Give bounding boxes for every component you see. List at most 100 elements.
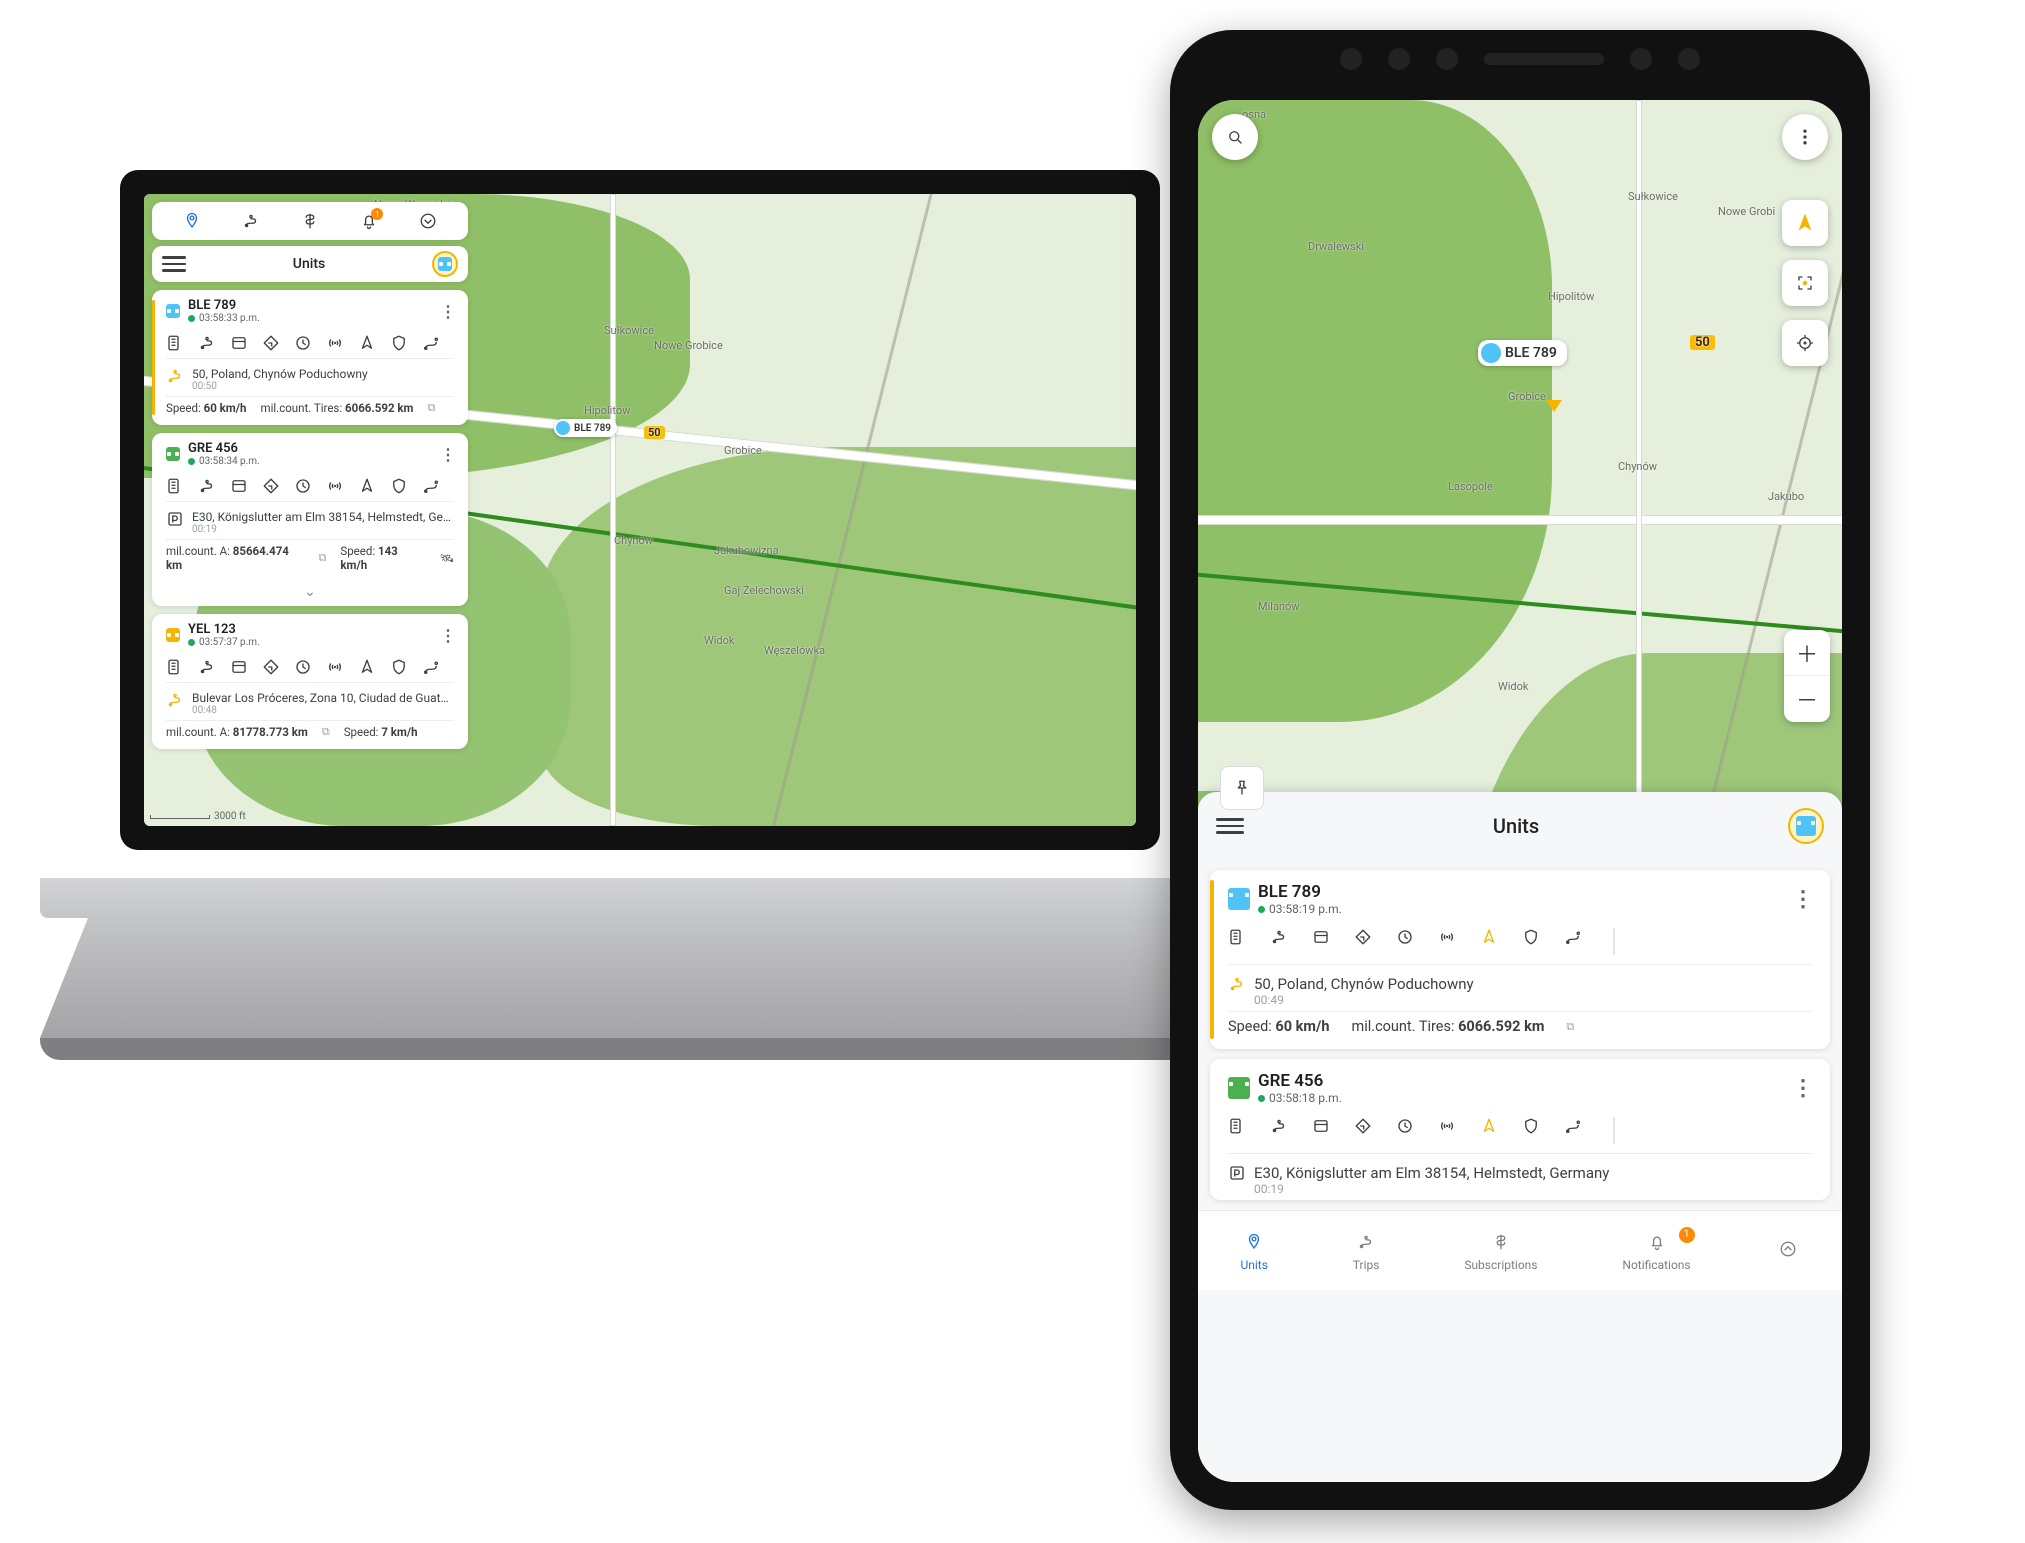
map-label: Grobice (724, 444, 762, 457)
nav-tab-more[interactable] (1776, 1237, 1800, 1265)
shield-icon[interactable] (390, 658, 408, 676)
nav-tab-subscriptions[interactable]: Subscriptions (1464, 1230, 1537, 1272)
shield-icon[interactable] (1522, 1117, 1540, 1143)
history-icon[interactable] (294, 658, 312, 676)
locate-button[interactable] (1782, 260, 1828, 306)
expand-icon[interactable]: ⌄ (152, 582, 468, 606)
signal-icon[interactable] (1438, 1117, 1456, 1143)
menu-icon[interactable] (1216, 818, 1244, 834)
unit-card[interactable]: BLE 789 03:58:19 p.m. ⋮ │ 50, Poland, Ch… (1210, 870, 1830, 1049)
tab-subscriptions-icon[interactable] (300, 211, 320, 231)
more-icon[interactable]: ⋮ (440, 626, 456, 645)
trips-icon[interactable] (1270, 928, 1288, 954)
history-icon[interactable] (1396, 1117, 1414, 1143)
heading-icon[interactable] (1480, 1117, 1498, 1143)
tab-units-icon[interactable] (182, 211, 202, 231)
unit-card[interactable]: BLE 789 03:58:33 p.m. ⋮ 50, Poland, Chyn… (152, 290, 468, 425)
zoom-control[interactable]: ＋－ (1784, 630, 1830, 722)
signal-icon[interactable] (326, 334, 344, 352)
navigate-icon[interactable] (1354, 1117, 1372, 1143)
geozone-icon[interactable] (230, 658, 248, 676)
center-button[interactable] (1782, 320, 1828, 366)
more-icon[interactable]: ⋮ (440, 445, 456, 464)
report-icon[interactable] (1228, 928, 1246, 954)
trips-icon[interactable] (198, 658, 216, 676)
history-icon[interactable] (1396, 928, 1414, 954)
navigate-icon[interactable] (1354, 928, 1372, 954)
unit-card[interactable]: GRE 456 03:58:34 p.m. ⋮ E30, Königslutte… (152, 433, 468, 606)
speed: Speed: 143 km/h (340, 544, 425, 572)
laptop-base (40, 878, 1240, 1060)
search-button[interactable] (1212, 114, 1258, 160)
history-icon[interactable] (294, 477, 312, 495)
navigate-icon[interactable] (262, 477, 280, 495)
trips-icon[interactable] (198, 334, 216, 352)
overflow-button[interactable] (1782, 114, 1828, 160)
trips-icon[interactable] (1270, 1117, 1288, 1143)
mileage: mil.count. Tires: 6066.592 km (260, 401, 413, 415)
pin-sheet-button[interactable] (1220, 766, 1264, 810)
link-icon[interactable]: ⧉ (428, 401, 436, 415)
map-label: Jakubowizna (714, 544, 779, 557)
route-icon[interactable] (1564, 1117, 1582, 1143)
zoom-in-button[interactable]: ＋ (1784, 630, 1830, 676)
navigate-icon[interactable] (262, 658, 280, 676)
menu-icon[interactable] (162, 256, 186, 272)
shield-icon[interactable] (390, 334, 408, 352)
nav-tab-notifications[interactable]: 1Notifications (1622, 1230, 1690, 1272)
unit-card[interactable]: YEL 123 03:57:37 p.m. ⋮ Bulevar Los Próc… (152, 614, 468, 749)
heading-icon[interactable] (358, 658, 376, 676)
nav-tab-trips[interactable]: Trips (1353, 1230, 1380, 1272)
more-icon[interactable]: ⋮ (440, 302, 456, 321)
trips-icon[interactable] (198, 477, 216, 495)
tab-trips-icon[interactable] (241, 211, 261, 231)
report-icon[interactable] (166, 477, 184, 495)
signal-icon[interactable] (326, 658, 344, 676)
more-icon[interactable]: ⋮ (1792, 1076, 1814, 1101)
link-icon[interactable]: ⧉ (1566, 1020, 1574, 1034)
route-icon[interactable] (422, 477, 440, 495)
tab-more-icon[interactable] (418, 211, 438, 231)
heading-icon[interactable] (358, 334, 376, 352)
unit-card[interactable]: GRE 456 03:58:18 p.m. ⋮ │ E30, Königslut… (1210, 1059, 1830, 1200)
geozone-icon[interactable] (230, 334, 248, 352)
units-panel: 1 Units BLE 789 03:58:33 p.m. ⋮ (152, 202, 468, 818)
signal-icon[interactable] (1438, 928, 1456, 954)
unit-avatar-button[interactable] (1788, 808, 1824, 844)
mileage: mil.count. A: 85664.474 km (166, 544, 305, 572)
nav-tab-units[interactable]: Units (1240, 1230, 1267, 1272)
report-icon[interactable] (166, 658, 184, 676)
report-icon[interactable] (166, 334, 184, 352)
tab-notifications-icon[interactable]: 1 (359, 211, 379, 231)
zoom-out-button[interactable]: － (1784, 676, 1830, 722)
report-icon[interactable] (1228, 1117, 1246, 1143)
nav-icon (1354, 1230, 1378, 1254)
compass-button[interactable] (1782, 200, 1828, 246)
heading-icon[interactable] (358, 477, 376, 495)
heading-icon[interactable] (1480, 928, 1498, 954)
route-icon[interactable] (422, 334, 440, 352)
geozone-icon[interactable] (1312, 1117, 1330, 1143)
map-label: Milanów (1258, 600, 1300, 613)
more-icon[interactable]: ⋮ (1792, 887, 1814, 912)
shield-icon[interactable] (390, 477, 408, 495)
map-unit-pin[interactable]: BLE 789 (554, 419, 617, 437)
signal-icon[interactable] (326, 477, 344, 495)
geozone-icon[interactable] (1312, 928, 1330, 954)
route-icon[interactable] (422, 658, 440, 676)
speed: Speed: 60 km/h (1228, 1018, 1329, 1035)
nav-icon: 1 (1645, 1230, 1669, 1254)
history-icon[interactable] (294, 334, 312, 352)
divider-icon: │ (1606, 1117, 1624, 1143)
shield-icon[interactable] (1522, 928, 1540, 954)
link-icon[interactable]: ⧉ (319, 551, 327, 565)
unit-avatar-button[interactable] (432, 251, 458, 277)
phone-notch (1340, 48, 1700, 70)
navigate-icon[interactable] (262, 334, 280, 352)
route-icon[interactable] (1564, 928, 1582, 954)
map-unit-pin[interactable]: BLE 789 (1478, 340, 1567, 366)
mileage: mil.count. A: 81778.773 km (166, 725, 308, 739)
unit-address: E30, Königslutter am Elm 38154, Helmsted… (1254, 1164, 1812, 1182)
geozone-icon[interactable] (230, 477, 248, 495)
link-icon[interactable]: ⧉ (322, 725, 330, 739)
